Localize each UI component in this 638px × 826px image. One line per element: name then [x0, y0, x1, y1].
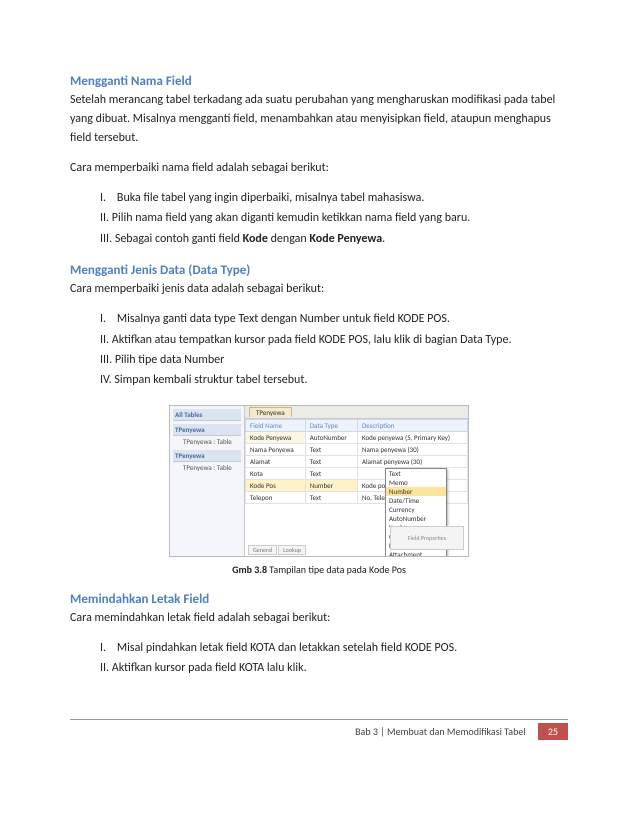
dropdown-option-highlighted: Number — [386, 487, 446, 496]
list-item: II. Aktifkan kursor pada field KOTA lalu… — [100, 658, 568, 678]
cell-type: Text — [305, 491, 357, 503]
cell-type: Text — [305, 467, 357, 479]
list-marker: I. — [100, 191, 106, 205]
document-page: Mengganti Nama Field Setelah merancang t… — [0, 0, 638, 780]
para-datatype-howto: Cara memperbaiki jenis data adalah sebag… — [70, 280, 568, 299]
list-move-steps: I. Misal pindahkan letak field KOTA dan … — [100, 638, 568, 679]
cell-field: Telepon — [246, 491, 306, 503]
list-text-suffix: . — [382, 232, 385, 246]
access-screenshot: All Tables TPenyewa TPenyewa : Table TPe… — [169, 405, 469, 557]
field-name-old: Kode — [243, 232, 268, 246]
object-tab: TPenyewa — [249, 407, 292, 417]
cell-type-selected: Number — [305, 479, 357, 491]
dropdown-option: Currency — [386, 505, 446, 514]
cell-field: Alamat — [246, 455, 306, 467]
para-move-howto: Cara memindahkan letak field adalah seba… — [70, 609, 568, 628]
list-item: I. Buka file tabel yang ingin diperbaiki… — [100, 188, 568, 208]
cell-field-selected: Kode Pos — [246, 479, 306, 491]
col-data-type: Data Type — [305, 419, 357, 431]
list-item: III. Sebagai contoh ganti field Kode den… — [100, 229, 568, 249]
list-item: II. Aktifkan atau tempatkan kursor pada … — [100, 330, 568, 350]
cell-desc: Nama penyewa (30) — [357, 443, 467, 455]
cell-field: Nama Penyewa — [246, 443, 306, 455]
footer-chapter-text: Bab 3 | Membuat dan Memodifikasi Tabel — [355, 725, 526, 738]
cell-type: Text — [305, 443, 357, 455]
nav-group: TPenyewa — [173, 450, 241, 462]
footer-page-number: 25 — [538, 723, 568, 740]
property-tab-lookup: Lookup — [278, 545, 306, 555]
list-marker: I. — [100, 312, 106, 326]
list-rename-steps: I. Buka file tabel yang ingin diperbaiki… — [100, 188, 568, 249]
caption-text: Tampilan tipe data pada Kode Pos — [267, 563, 406, 576]
col-description: Description — [357, 419, 467, 431]
cell-field: Kota — [246, 467, 306, 479]
cell-type: AutoNumber — [305, 431, 357, 443]
cell-desc: Kode penyewa (5, Primary Key) — [357, 431, 467, 443]
list-item: I. Misalnya ganti data type Text dengan … — [100, 309, 568, 329]
property-tabs: GeneralLookup — [248, 546, 307, 554]
heading-move-field: Memindahkan Letak Field — [70, 592, 568, 607]
nav-pane: All Tables TPenyewa TPenyewa : Table TPe… — [170, 406, 245, 556]
col-field-name: Field Name — [246, 419, 306, 431]
nav-header: All Tables — [173, 409, 241, 421]
heading-rename-field: Mengganti Nama Field — [70, 74, 568, 89]
para-rename-intro: Setelah merancang tabel terkadang ada su… — [70, 91, 568, 149]
figure-caption: Gmb 3.8 Tampilan tipe data pada Kode Pos — [70, 563, 568, 576]
dropdown-option: Attachment — [386, 550, 446, 557]
dropdown-option: Memo — [386, 478, 446, 487]
cell-desc: Alamat penyewa (30) — [357, 455, 467, 467]
list-datatype-steps: I. Misalnya ganti data type Text dengan … — [100, 309, 568, 391]
figure-datatype-screenshot: All Tables TPenyewa TPenyewa : Table TPe… — [169, 405, 469, 557]
cell-type: Text — [305, 455, 357, 467]
property-tab-general: General — [248, 545, 277, 555]
field-properties-box: Field Properties — [390, 526, 464, 550]
list-item: I. Misal pindahkan letak field KOTA dan … — [100, 638, 568, 658]
design-grid: TPenyewa Field Name Data Type Descriptio… — [245, 406, 468, 556]
object-tabs: TPenyewa — [245, 406, 468, 419]
field-name-new: Kode Penyewa — [309, 232, 382, 246]
list-item: II. Pilih nama field yang akan diganti k… — [100, 208, 568, 228]
list-text: Misal pindahkan letak field KOTA dan let… — [117, 641, 457, 655]
list-text: Buka file tabel yang ingin diperbaiki, m… — [117, 191, 424, 205]
heading-change-datatype: Mengganti Jenis Data (Data Type) — [70, 263, 568, 278]
nav-group: TPenyewa — [173, 424, 241, 436]
list-text-prefix: III. Sebagai contoh ganti field — [100, 232, 243, 246]
cell-field: Kode Penyewa — [246, 431, 306, 443]
caption-label: Gmb 3.8 — [232, 563, 267, 576]
page-footer: Bab 3 | Membuat dan Memodifikasi Tabel 2… — [70, 719, 568, 740]
list-text-mid: dengan — [268, 232, 309, 246]
nav-item: TPenyewa : Table — [173, 462, 241, 473]
dropdown-option: AutoNumber — [386, 514, 446, 523]
list-item: III. Pilih tipe data Number — [100, 350, 568, 370]
list-item: IV. Simpan kembali struktur tabel terseb… — [100, 370, 568, 390]
dropdown-option: Text — [386, 469, 446, 478]
list-text: Misalnya ganti data type Text dengan Num… — [117, 312, 450, 326]
list-marker: I. — [100, 641, 106, 655]
dropdown-option: Date/Time — [386, 496, 446, 505]
para-rename-howto: Cara memperbaiki nama field adalah sebag… — [70, 159, 568, 178]
nav-item: TPenyewa : Table — [173, 436, 241, 447]
